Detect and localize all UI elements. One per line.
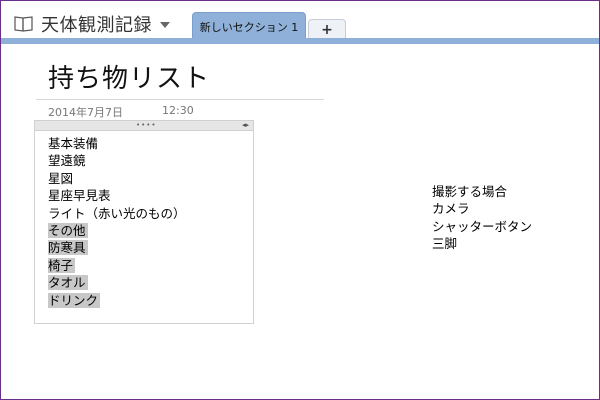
- title-divider: [36, 99, 324, 100]
- list-item-text: 基本装備: [48, 136, 99, 151]
- chevron-down-icon: [160, 22, 170, 28]
- page-title[interactable]: 持ち物リスト: [48, 62, 210, 96]
- floating-note[interactable]: 撮影する場合 カメラ シャッターボタン 三脚: [432, 183, 532, 253]
- note-line: カメラ: [432, 201, 470, 217]
- list-item-selected[interactable]: タオル: [48, 274, 188, 291]
- notebook-selector[interactable]: 天体観測記録: [13, 11, 170, 37]
- list-item-text: 星図: [48, 170, 74, 186]
- list-item[interactable]: 星図: [48, 170, 188, 187]
- drag-handle-icon[interactable]: ••••: [136, 122, 157, 129]
- notebook-icon: [13, 15, 35, 33]
- note-container[interactable]: •••• ◂▸ 基本装備 望遠鏡 星図 星座早見表 ライト（赤い光のもの） その…: [34, 120, 254, 324]
- list-item-text: 椅子: [48, 257, 76, 273]
- list-item-text: 望遠鏡: [48, 153, 86, 169]
- container-handle-bar[interactable]: •••• ◂▸: [35, 121, 253, 131]
- list-item-text: ドリンク: [48, 292, 101, 308]
- list-item-selected[interactable]: ドリンク: [48, 292, 188, 309]
- list-item[interactable]: 星座早見表: [48, 187, 188, 204]
- list-item-text: タオル: [48, 275, 88, 291]
- page-time: 12:30: [162, 104, 194, 117]
- list-item-selected[interactable]: 椅子: [48, 257, 188, 274]
- list-item[interactable]: 望遠鏡: [48, 152, 188, 169]
- plus-icon: +: [321, 22, 333, 38]
- list-item[interactable]: 基本装備: [48, 135, 188, 152]
- resize-handle-icon[interactable]: ◂▸: [242, 121, 249, 130]
- item-list: 基本装備 望遠鏡 星図 星座早見表 ライト（赤い光のもの） その他 防寒具 椅子…: [48, 135, 188, 309]
- tab-section-1[interactable]: 新しいセクション 1: [192, 12, 306, 40]
- note-line: 撮影する場合: [432, 184, 508, 199]
- list-item-text: その他: [48, 222, 88, 238]
- add-section-tab[interactable]: +: [308, 19, 346, 40]
- notebook-title: 天体観測記録: [41, 15, 152, 36]
- list-item-selected[interactable]: 防寒具: [48, 239, 188, 256]
- list-item-selected[interactable]: その他: [48, 222, 188, 239]
- tab-label: 新しいセクション 1: [199, 20, 299, 34]
- list-item-text: 星座早見表: [48, 188, 111, 204]
- note-line: シャッターボタン: [432, 218, 533, 234]
- page-date: 2014年7月7日: [48, 106, 123, 119]
- list-item[interactable]: ライト（赤い光のもの）: [48, 205, 188, 222]
- list-item-text: 防寒具: [48, 240, 88, 256]
- note-line: 三脚: [432, 236, 458, 252]
- list-item-text: ライト（赤い光のもの）: [48, 205, 186, 221]
